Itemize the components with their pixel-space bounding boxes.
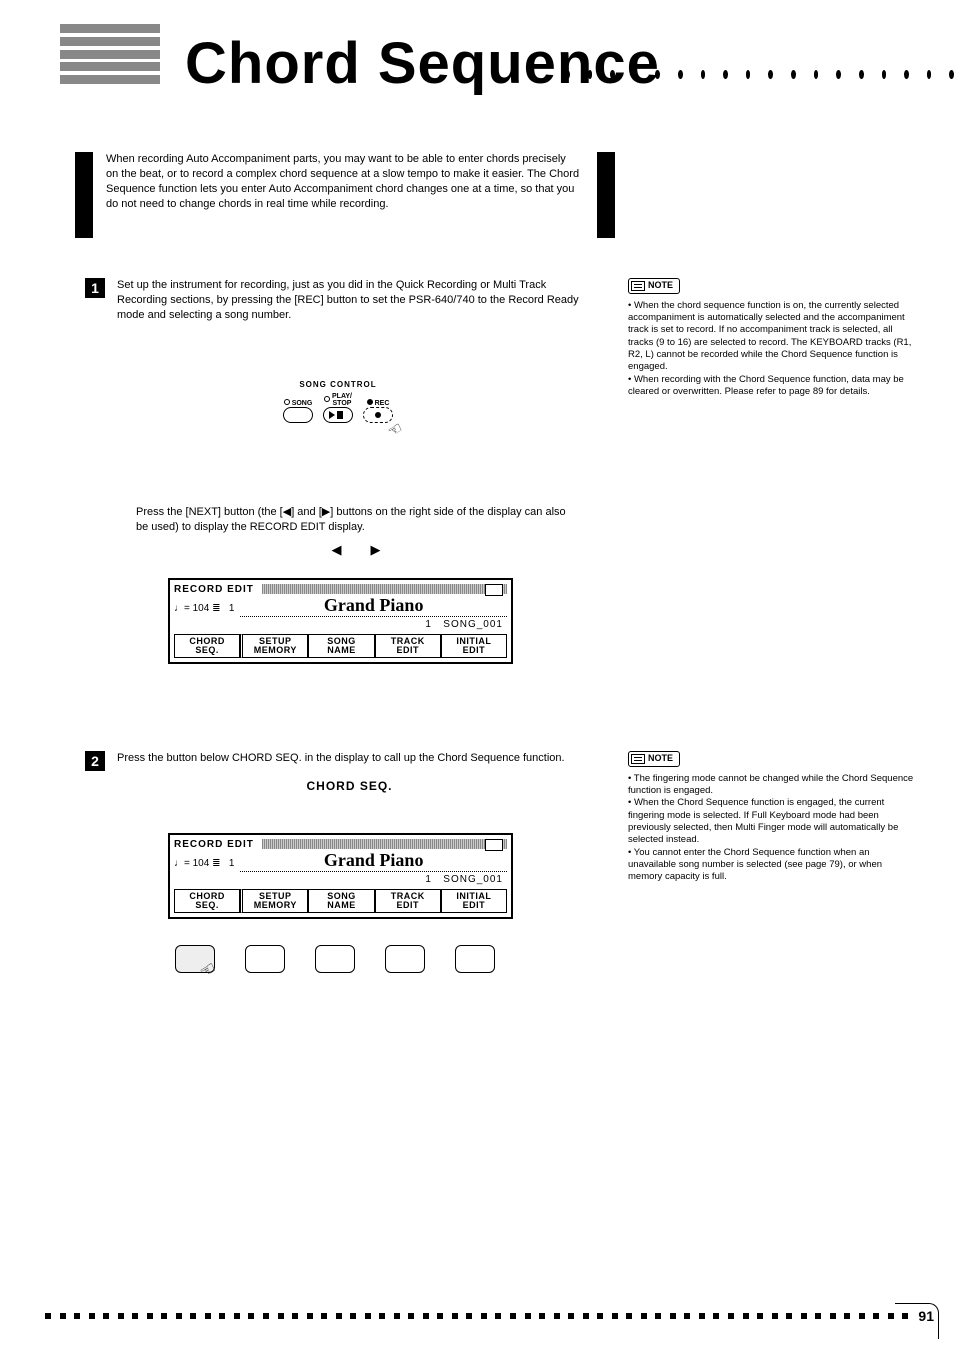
page-number-box: 91 [895,1303,939,1339]
page-title: Chord Sequence [185,30,660,97]
lcd-tab-initial-edit: INITIALEDIT [441,889,507,913]
playstop-button[interactable] [323,407,353,423]
pad-button-4[interactable] [385,945,425,973]
pad-button-3[interactable] [315,945,355,973]
note-box-2: NOTE • The fingering mode cannot be chan… [628,751,918,884]
lcd-tempo: ♩= 104 [174,603,209,614]
button-pads [175,945,495,973]
section-bar [597,152,615,238]
stop-label: STOP [333,400,352,407]
led-icon [367,399,373,405]
section-bar [75,152,93,238]
rec-button[interactable] [363,407,393,423]
header-dots [565,70,954,80]
rec-label: REC [375,400,390,407]
lcd-tab-chord-seq: CHORDSEQ. [174,889,240,913]
note-box-1: NOTE • When the chord sequence function … [628,278,918,398]
lcd-song-number: 1 [425,874,432,885]
note-icon [631,754,645,764]
lcd-tab-chord-seq: CHORDSEQ. [174,634,240,658]
pad-button-2[interactable] [245,945,285,973]
step-marker-2: 2 [85,751,105,771]
lcd-shade-icon [262,839,507,849]
header-bars [60,24,160,84]
left-arrow-icon: ◀ [332,542,342,557]
lcd-screen-2: RECORD EDIT ♩= 104 ≣ 1 Grand Piano 1 SON… [168,833,513,919]
playstop-button-group: PLAY/ STOP [323,393,353,423]
song-button[interactable] [283,407,313,423]
intro-paragraph: When recording Auto Accompaniment parts,… [106,152,581,211]
lcd-shade-icon [262,584,507,594]
note-label: NOTE [648,280,673,290]
lcd-song-name: SONG_001 [443,874,503,885]
lcd-tab-song-name: SONGNAME [308,889,374,913]
step-marker-1: 1 [85,278,105,298]
lcd-bar-number: 1 [229,858,235,869]
lcd-tab-setup-memory: SETUPMEMORY [240,634,308,658]
song-label: SONG [292,400,313,407]
lcd-voice-name: Grand Piano [240,595,507,617]
chord-seq-label: CHORD SEQ. [306,779,392,793]
song-control-label: SONG CONTROL [238,380,438,389]
rec-button-group: REC [363,399,393,423]
lcd-header: RECORD EDIT [174,839,254,850]
note-label: NOTE [648,753,673,763]
lcd-song-name: SONG_001 [443,619,503,630]
led-icon [284,399,290,405]
footer-dots [45,1313,909,1321]
lcd-tab-song-name: SONGNAME [308,634,374,658]
play-label: PLAY/ [332,393,352,400]
lcd-tempo: ♩= 104 [174,858,209,869]
lcd-screen-1: RECORD EDIT ♩= 104 ≣ 1 Grand Piano 1 SON… [168,578,513,664]
song-button-group: SONG [283,399,313,423]
lcd-song-number: 1 [425,619,432,630]
lcd-bar-number: 1 [229,603,235,614]
step-1-extra: Press the [NEXT] button (the [◀] and [▶]… [136,505,576,558]
note-1-text: • When the chord sequence function is on… [628,300,918,399]
page-number: 91 [899,1308,934,1324]
lcd-tab-initial-edit: INITIALEDIT [441,634,507,658]
step-2-text: Press the button below CHORD SEQ. in the… [117,751,582,795]
lcd-voice-name: Grand Piano [240,850,507,872]
right-arrow-icon: ▶ [370,542,380,557]
lcd-header: RECORD EDIT [174,584,254,595]
lcd-tab-track-edit: TRACKEDIT [375,889,441,913]
pad-button-5[interactable] [455,945,495,973]
song-control-diagram: SONG CONTROL SONG PLAY/ STOP [238,380,438,423]
step-1-text: Set up the instrument for recording, jus… [117,278,582,323]
led-icon [324,396,330,402]
note-2-text: • The fingering mode cannot be changed w… [628,773,918,884]
lcd-tab-setup-memory: SETUPMEMORY [240,889,308,913]
lcd-tab-track-edit: TRACKEDIT [375,634,441,658]
note-icon [631,281,645,291]
